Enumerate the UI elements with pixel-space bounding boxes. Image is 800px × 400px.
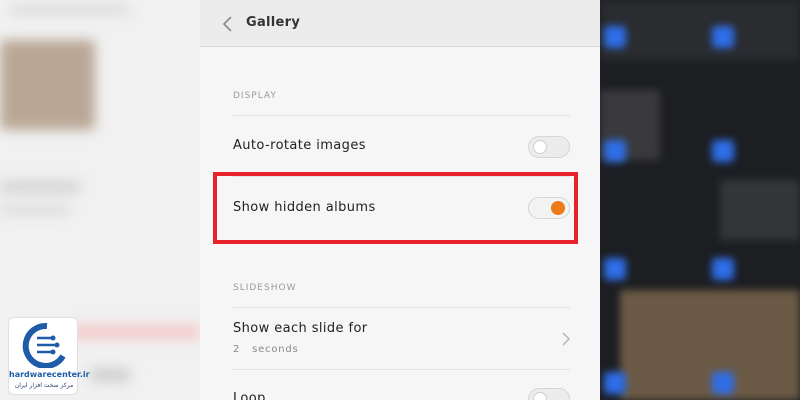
watermark-logo: hardwarecenter.ir مرکز سخت افزار ایران	[8, 317, 90, 395]
chevron-right-icon	[562, 332, 570, 346]
background-right	[600, 0, 800, 400]
loop-toggle[interactable]	[528, 388, 570, 400]
divider	[233, 307, 570, 308]
circuit-logo-icon	[22, 322, 66, 368]
section-header-display: DISPLAY	[233, 91, 277, 101]
blurred-checkbox	[712, 258, 734, 280]
divider	[233, 369, 570, 370]
blurred-text	[0, 205, 70, 215]
section-header-slideshow: SLIDESHOW	[233, 283, 297, 293]
logo-tagline: مرکز سخت افزار ایران	[14, 382, 74, 389]
divider	[233, 115, 570, 116]
highlight-box	[213, 172, 578, 244]
setting-label: Loop	[233, 391, 266, 400]
blurred-checkbox	[604, 258, 626, 280]
setting-label: Auto-rotate images	[233, 138, 366, 153]
blurred-checkbox	[604, 140, 626, 162]
blurred-checkbox	[712, 140, 734, 162]
auto-rotate-toggle[interactable]	[528, 136, 570, 158]
blurred-text	[0, 180, 80, 194]
blurred-checkbox	[604, 26, 626, 48]
blurred-tile	[720, 180, 800, 240]
toggle-knob	[533, 140, 547, 154]
blurred-tile	[600, 0, 800, 60]
toggle-knob	[533, 392, 547, 400]
app-bar: Gallery	[200, 0, 600, 47]
page-title: Gallery	[246, 15, 301, 30]
chevron-left-icon[interactable]	[220, 14, 236, 34]
setting-value: 2 seconds	[233, 344, 299, 355]
logo-site-name: hardwarecenter.ir	[9, 370, 90, 379]
blurred-text	[90, 368, 130, 382]
blurred-image	[0, 40, 95, 130]
blurred-checkbox	[712, 372, 734, 394]
blurred-checkbox	[604, 372, 626, 394]
blurred-bar	[70, 325, 200, 339]
setting-label: Show each slide for	[233, 321, 368, 336]
settings-screen: Gallery DISPLAY Auto-rotate images Show …	[200, 0, 600, 400]
blurred-checkbox	[712, 26, 734, 48]
blurred-photo	[620, 290, 800, 400]
blurred-text	[10, 5, 130, 15]
